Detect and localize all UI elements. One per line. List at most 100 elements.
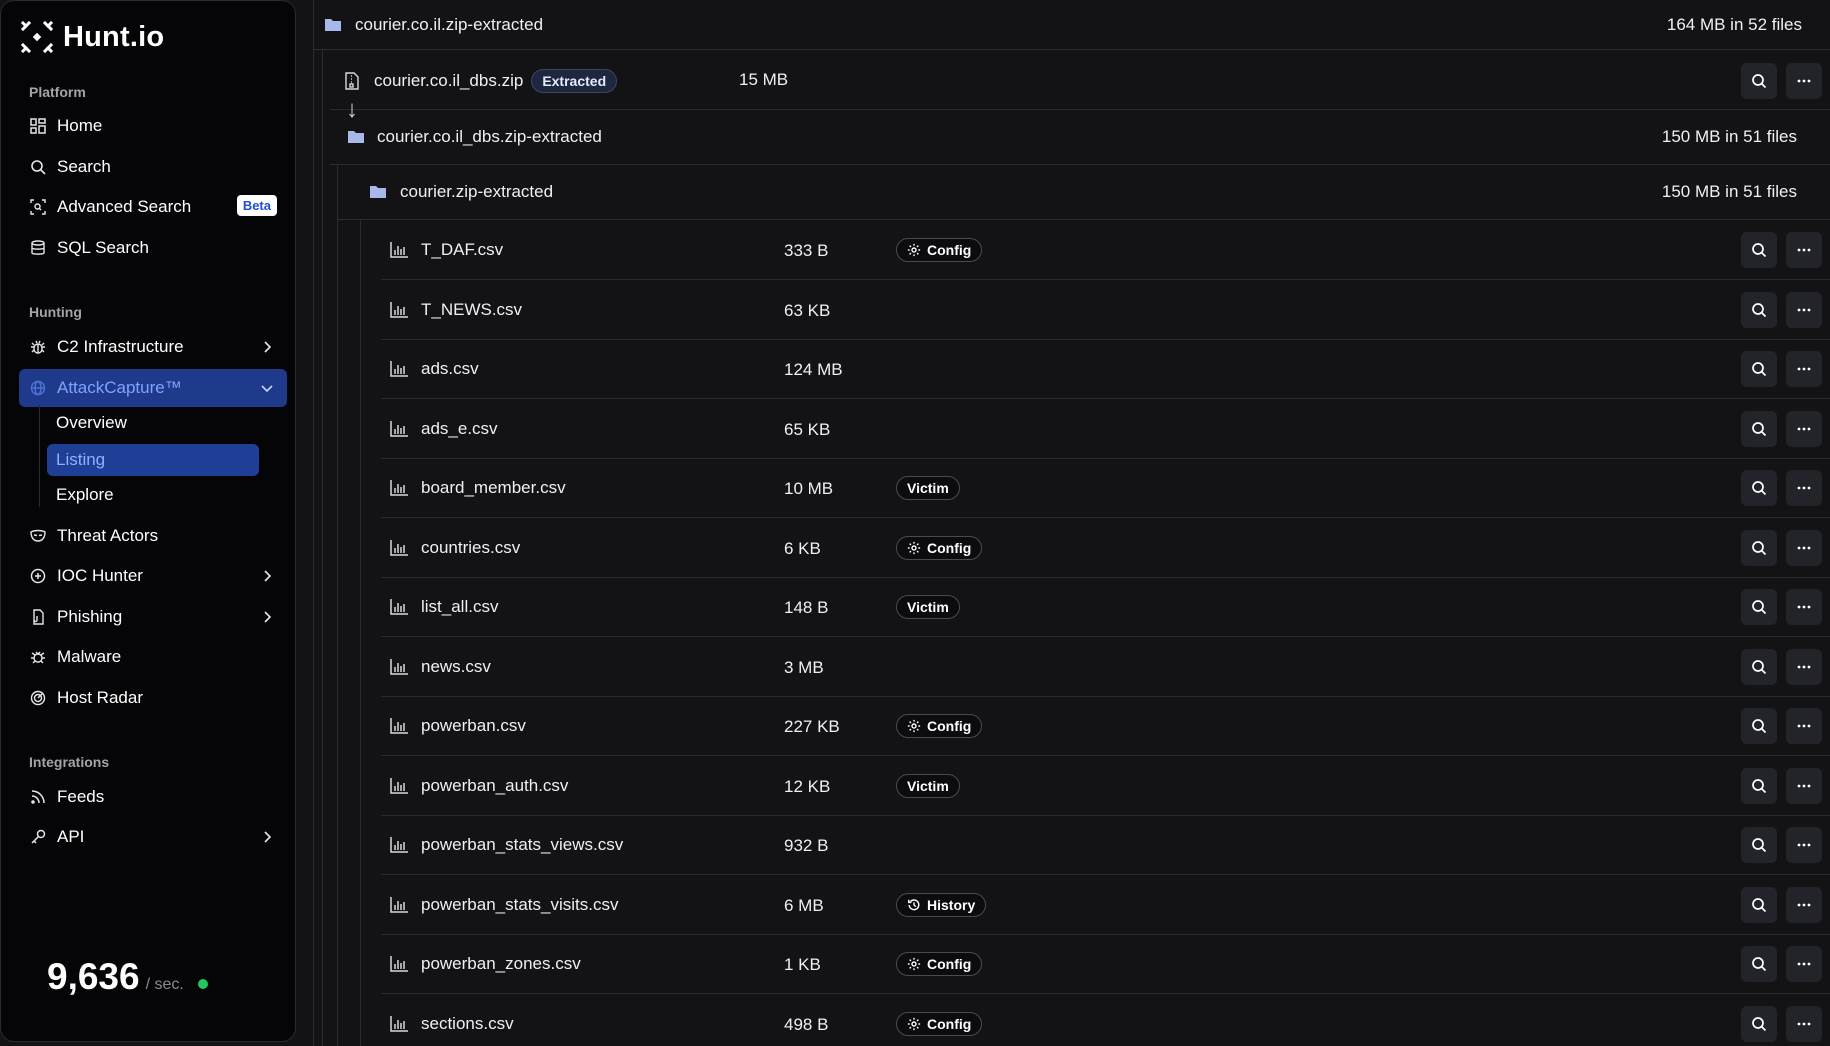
more-options-button[interactable]: [1786, 946, 1822, 982]
file-tag-label: Victim: [907, 480, 949, 496]
more-options-button[interactable]: [1786, 410, 1822, 447]
ellipsis-icon: [1797, 784, 1811, 787]
file-row[interactable]: powerban_stats_views.csv 932 B: [381, 816, 1830, 875]
file-row-zip[interactable]: courier.co.il_dbs.zip Extracted 15 MB: [330, 52, 1830, 110]
search-file-button[interactable]: [1741, 232, 1777, 268]
sidebar-item-malware[interactable]: Malware: [19, 638, 287, 676]
folder-summary: 164 MB in 52 files: [1666, 14, 1802, 34]
sidebar-item-threat-actors[interactable]: Threat Actors: [19, 517, 287, 555]
brand-name: Hunt.io: [63, 20, 165, 53]
database-icon: [29, 239, 47, 257]
sidebar-item-host-radar[interactable]: Host Radar: [19, 679, 287, 717]
sidebar-subitem-explore[interactable]: Explore: [47, 479, 261, 511]
sidebar-item-phishing[interactable]: Phishing: [19, 598, 287, 636]
file-name: powerban_stats_views.csv: [421, 835, 624, 854]
more-options-button[interactable]: [1786, 470, 1822, 506]
tree-guide-line: [337, 165, 338, 1046]
more-options-button[interactable]: [1786, 708, 1822, 744]
file-row[interactable]: powerban_auth.csv 12 KB Victim: [381, 757, 1830, 816]
ellipsis-icon: [1797, 308, 1811, 311]
chevron-right-icon: [259, 568, 275, 584]
more-options-button[interactable]: [1786, 648, 1822, 685]
more-options-button[interactable]: [1786, 291, 1822, 328]
sidebar-item-sql-search[interactable]: SQL Search: [19, 229, 287, 267]
file-row[interactable]: board_member.csv 10 MB Victim: [381, 459, 1830, 518]
more-options-button[interactable]: [1786, 827, 1822, 863]
search-file-button[interactable]: [1741, 589, 1777, 625]
file-size: 6 MB: [784, 895, 824, 915]
file-tag: Victim: [896, 476, 960, 500]
gear-icon: [907, 541, 921, 554]
folder-row-dbs-extracted[interactable]: courier.co.il_dbs.zip-extracted 150 MB i…: [330, 110, 1830, 165]
file-name: courier.co.il_dbs.zip: [374, 70, 524, 90]
more-options-button[interactable]: [1786, 232, 1822, 268]
more-options-button[interactable]: [1786, 589, 1822, 625]
more-options-button[interactable]: [1786, 351, 1822, 387]
sidebar-item-home[interactable]: Home: [19, 107, 287, 145]
search-icon: [1752, 838, 1767, 853]
file-size: 10 MB: [784, 479, 834, 498]
file-size: 12 KB: [784, 776, 831, 796]
sidebar-item-feeds[interactable]: Feeds: [19, 778, 287, 816]
file-row[interactable]: powerban_zones.csv 1 KB Config: [381, 935, 1830, 994]
sidebar-item-advanced-search[interactable]: Advanced Search Beta: [19, 188, 287, 226]
file-tag-label: Config: [927, 1015, 972, 1032]
search-file-button[interactable]: [1741, 470, 1777, 506]
ellipsis-icon: [1797, 903, 1811, 906]
file-size: 227 KB: [784, 717, 840, 736]
file-row[interactable]: ads.csv 124 MB: [381, 340, 1830, 399]
file-row[interactable]: countries.csv 6 KB Config: [381, 519, 1830, 578]
file-name: powerban_zones.csv: [421, 954, 581, 973]
gear-icon: [907, 719, 921, 733]
dashboard-icon: [29, 117, 47, 135]
search-file-button[interactable]: [1741, 351, 1777, 387]
csv-chart-icon: [389, 895, 409, 915]
hunt-logo-icon: [19, 19, 55, 55]
search-file-button[interactable]: [1741, 291, 1777, 328]
gear-icon: [907, 243, 921, 257]
search-file-button[interactable]: [1741, 767, 1777, 804]
file-row[interactable]: T_NEWS.csv 63 KB: [381, 281, 1830, 340]
sidebar-item-attackcapture[interactable]: AttackCapture™: [19, 369, 287, 407]
folder-name: courier.zip-extracted: [400, 182, 554, 201]
history-icon: [908, 898, 920, 910]
sidebar-item-label: Phishing: [57, 607, 123, 626]
search-file-button[interactable]: [1741, 63, 1777, 99]
sidebar-item-label: Threat Actors: [57, 526, 159, 545]
file-row[interactable]: news.csv 3 MB: [381, 638, 1830, 697]
file-row[interactable]: ads_e.csv 65 KB: [381, 400, 1830, 459]
file-size: 932 B: [784, 836, 829, 855]
search-file-button[interactable]: [1741, 1005, 1777, 1042]
file-row[interactable]: powerban_stats_visits.csv 6 MB History: [381, 876, 1830, 935]
sidebar-item-search[interactable]: Search: [19, 148, 287, 186]
folder-row-root[interactable]: courier.co.il.zip-extracted 164 MB in 52…: [313, 0, 1830, 50]
more-options-button[interactable]: [1786, 63, 1822, 99]
csv-chart-icon: [389, 776, 409, 796]
more-options-button[interactable]: [1786, 886, 1822, 923]
search-file-button[interactable]: [1741, 648, 1777, 685]
search-file-button[interactable]: [1741, 410, 1777, 447]
folder-row-courier-extracted[interactable]: courier.zip-extracted 150 MB in 51 files: [337, 165, 1830, 220]
search-icon: [1752, 957, 1767, 972]
file-row[interactable]: powerban.csv 227 KB Config: [381, 697, 1830, 756]
more-options-button[interactable]: [1786, 767, 1822, 804]
file-row[interactable]: sections.csv 498 B Config: [381, 995, 1830, 1046]
search-file-button[interactable]: [1741, 886, 1777, 923]
search-icon: [1752, 778, 1767, 793]
ellipsis-icon: [1797, 962, 1811, 966]
brand-logo[interactable]: Hunt.io: [19, 19, 164, 55]
search-file-button[interactable]: [1741, 529, 1777, 566]
search-file-button[interactable]: [1741, 708, 1777, 744]
search-file-button[interactable]: [1741, 946, 1777, 982]
more-options-button[interactable]: [1786, 529, 1822, 566]
file-row[interactable]: T_DAF.csv 333 B Config: [381, 221, 1830, 280]
sidebar-subitem-listing[interactable]: Listing: [47, 444, 259, 476]
search-file-button[interactable]: [1741, 827, 1777, 863]
more-options-button[interactable]: [1786, 1005, 1822, 1042]
file-row[interactable]: list_all.csv 148 B Victim: [381, 578, 1830, 637]
sidebar-item-api[interactable]: API: [19, 818, 287, 856]
beta-badge: Beta: [236, 195, 277, 216]
sidebar-item-c2-infrastructure[interactable]: C2 Infrastructure: [19, 328, 287, 366]
sidebar-subitem-overview[interactable]: Overview: [47, 407, 261, 439]
sidebar-item-ioc-hunter[interactable]: IOC Hunter: [19, 557, 287, 595]
